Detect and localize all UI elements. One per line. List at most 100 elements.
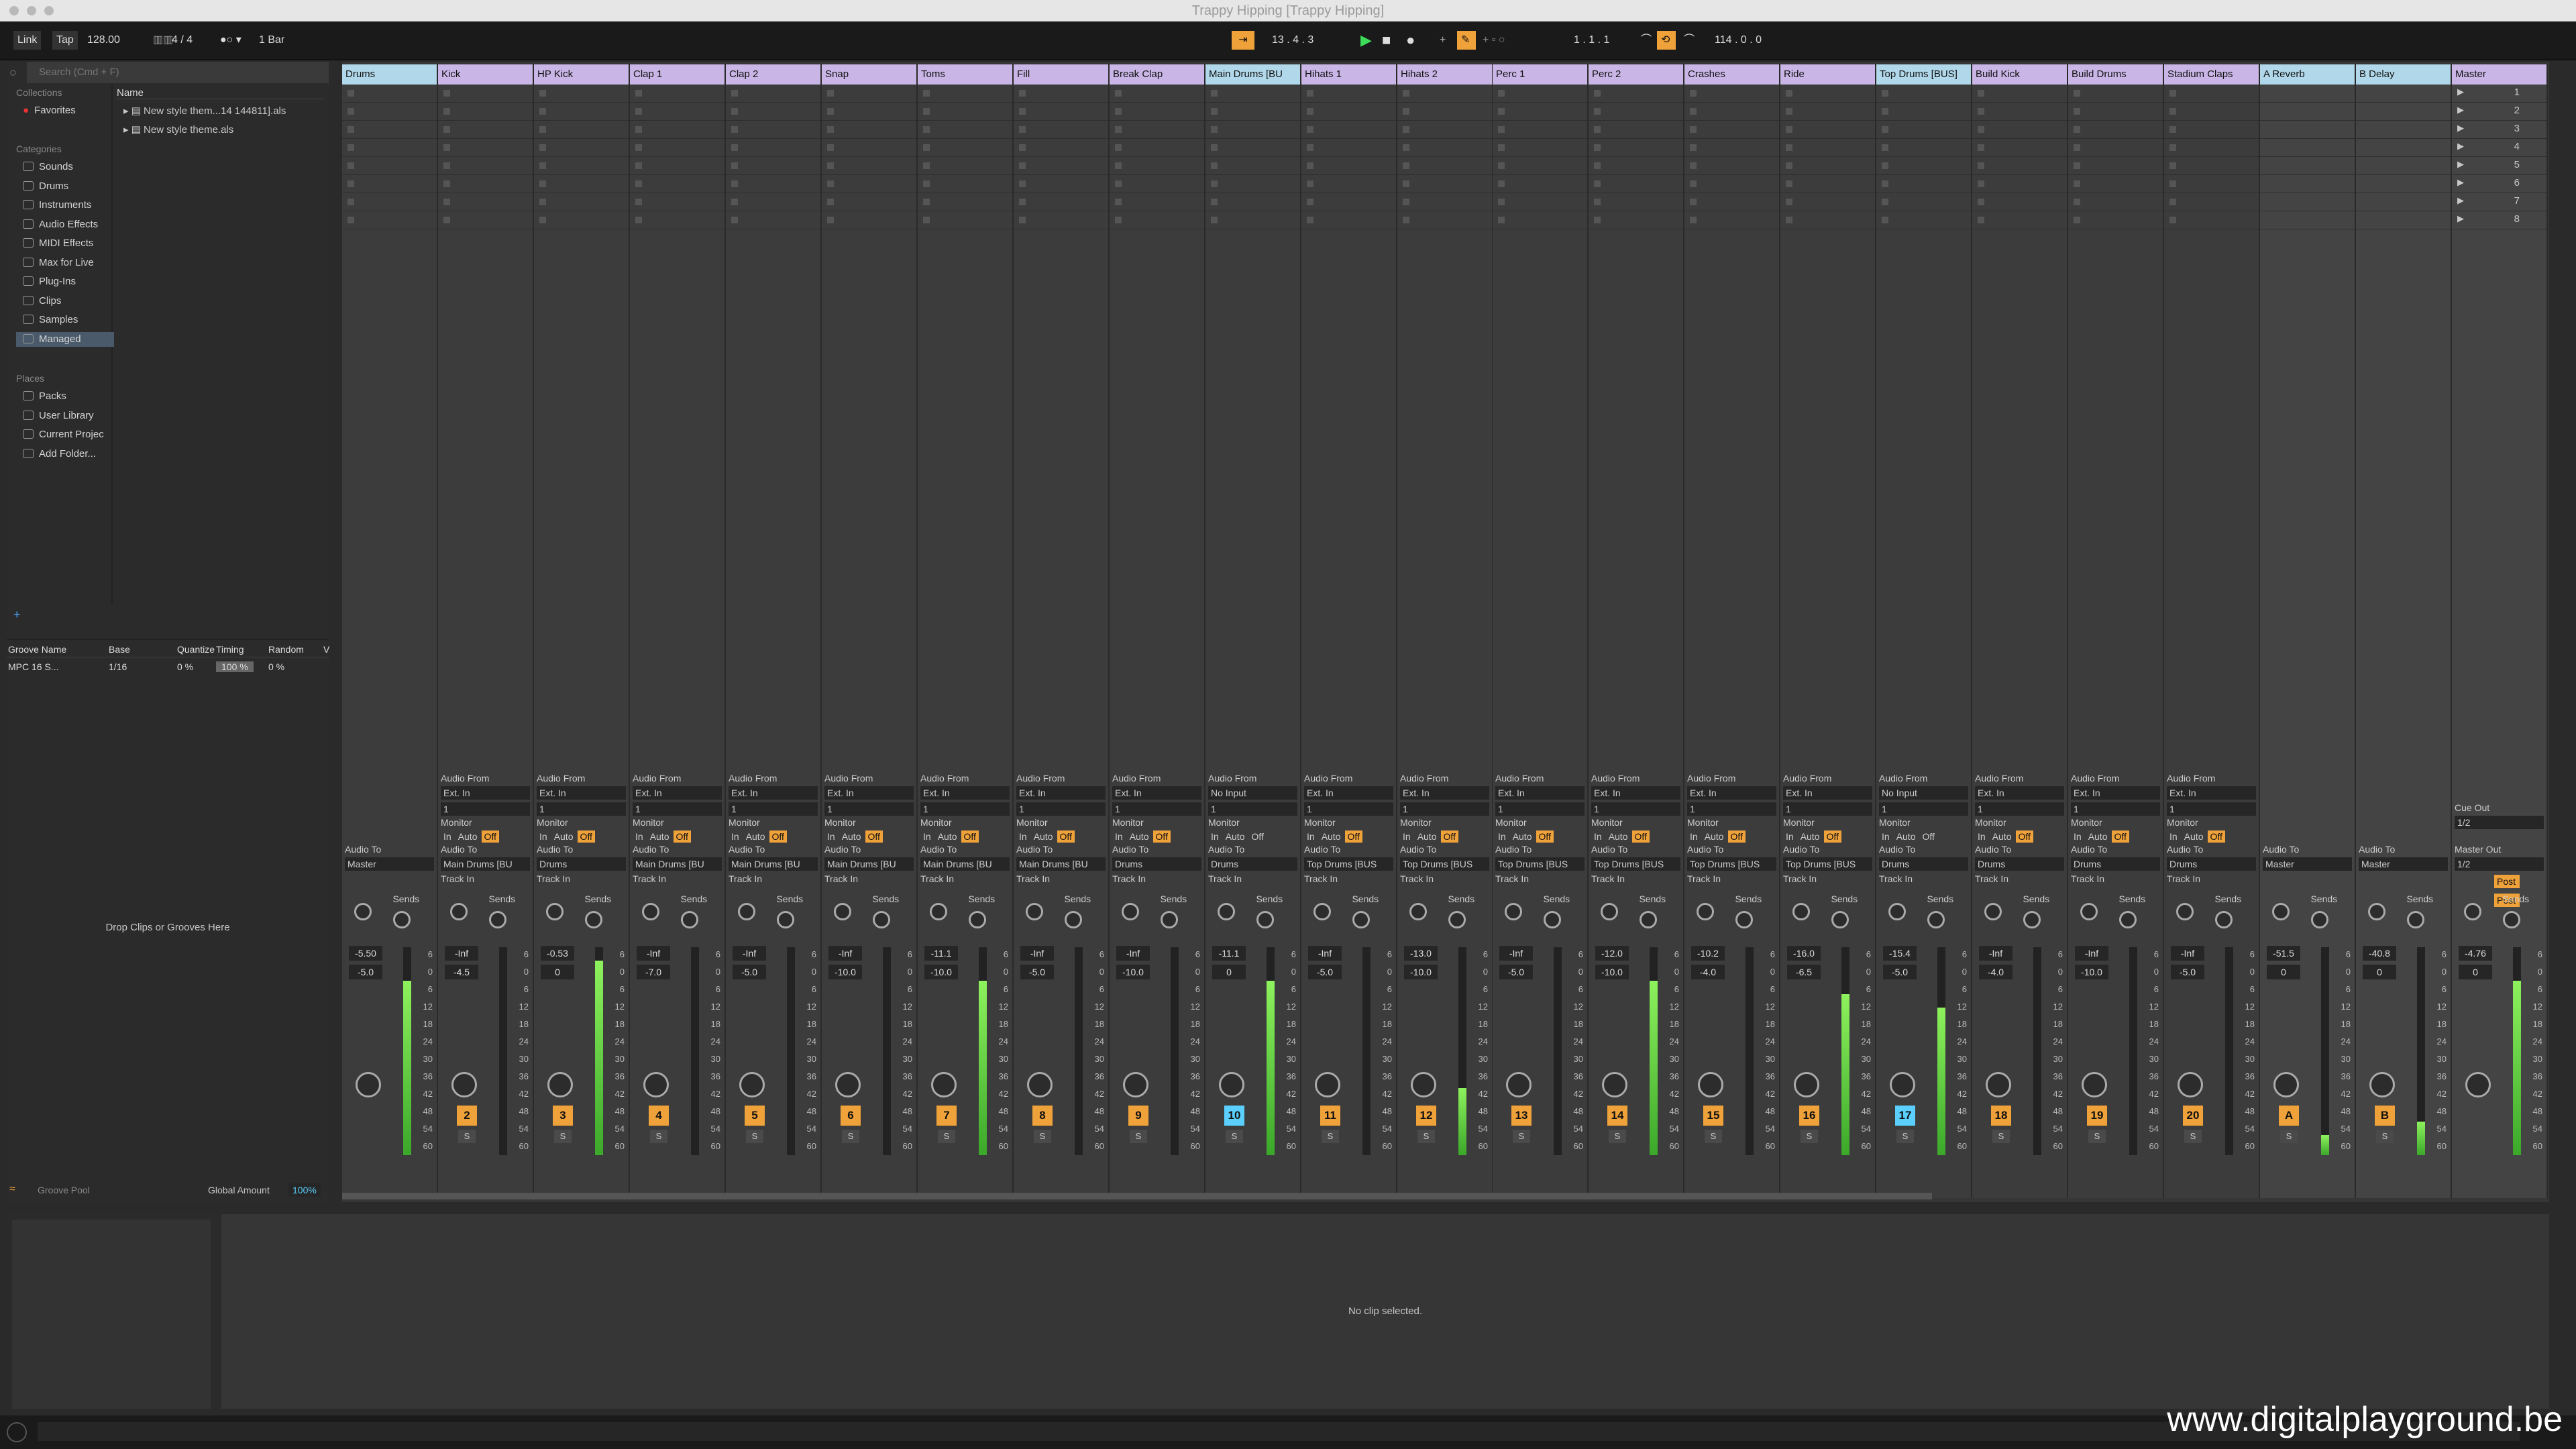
clip-slot[interactable] bbox=[2068, 103, 2163, 121]
monitor-switch[interactable]: In Auto Off bbox=[633, 830, 692, 843]
monitor-switch[interactable]: In Auto Off bbox=[1591, 830, 1651, 843]
pan-knob[interactable] bbox=[1219, 1072, 1244, 1097]
audio-to-select[interactable]: Top Drums [BUS bbox=[1783, 857, 1872, 871]
audio-to-select[interactable]: Drums bbox=[1879, 857, 1968, 871]
clip-slot[interactable] bbox=[438, 85, 533, 103]
send-b-knob[interactable] bbox=[969, 911, 986, 928]
clip-slot[interactable] bbox=[1780, 121, 1875, 139]
clip-slot[interactable] bbox=[1876, 121, 1971, 139]
audio-from-select[interactable]: No Input bbox=[1208, 786, 1297, 800]
clip-slot[interactable] bbox=[726, 85, 820, 103]
send-b-knob[interactable] bbox=[1448, 911, 1466, 928]
pan-knob[interactable] bbox=[2465, 1072, 2491, 1097]
track-title-bar[interactable]: Perc 1 bbox=[1493, 64, 1587, 85]
track-title-bar[interactable]: Stadium Claps bbox=[2164, 64, 2259, 85]
clip-slot[interactable] bbox=[726, 157, 820, 175]
monitor-switch[interactable]: In Auto Off bbox=[537, 830, 596, 843]
clip-slot[interactable] bbox=[438, 157, 533, 175]
clip-slot[interactable] bbox=[1205, 193, 1300, 211]
clip-slot[interactable] bbox=[2260, 193, 2355, 211]
clip-slot[interactable] bbox=[2164, 85, 2259, 103]
audio-from-select[interactable]: Ext. In bbox=[633, 786, 722, 800]
track-activator-button[interactable]: B bbox=[2375, 1106, 2395, 1126]
clip-slot[interactable] bbox=[1876, 85, 1971, 103]
clip-slot[interactable] bbox=[1205, 139, 1300, 157]
solo-button[interactable]: S bbox=[1322, 1130, 1339, 1143]
clip-slot[interactable] bbox=[2164, 139, 2259, 157]
pan-field[interactable]: 0 bbox=[2459, 965, 2492, 979]
scene-launch-icon[interactable]: ▶ bbox=[2457, 195, 2464, 206]
monitor-off[interactable]: Off bbox=[1249, 830, 1267, 843]
clip-slot[interactable] bbox=[1589, 139, 1683, 157]
monitor-in[interactable]: In bbox=[1208, 830, 1222, 843]
scene-label[interactable]: 7 bbox=[2514, 195, 2520, 207]
audio-to-select[interactable]: Top Drums [BUS bbox=[1591, 857, 1680, 871]
punch-in-icon[interactable]: ⌒ bbox=[1637, 31, 1656, 50]
clip-slot[interactable] bbox=[2356, 175, 2451, 193]
clip-slot[interactable] bbox=[1876, 175, 1971, 193]
monitor-in[interactable]: In bbox=[1783, 830, 1796, 843]
pan-knob[interactable] bbox=[2178, 1072, 2203, 1097]
clip-slot[interactable] bbox=[1301, 211, 1396, 229]
monitor-in[interactable]: In bbox=[1112, 830, 1126, 843]
monitor-auto[interactable]: Auto bbox=[1702, 830, 1727, 843]
track-activator-button[interactable]: 8 bbox=[1032, 1106, 1053, 1126]
send-a-knob[interactable] bbox=[1697, 903, 1714, 920]
status-info-icon[interactable] bbox=[7, 1422, 27, 1442]
clip-slot[interactable] bbox=[534, 139, 629, 157]
clip-slot[interactable] bbox=[1589, 121, 1683, 139]
track-title-bar[interactable]: Ride bbox=[1780, 64, 1875, 85]
clip-slot[interactable] bbox=[1780, 139, 1875, 157]
monitor-auto[interactable]: Auto bbox=[743, 830, 768, 843]
clip-slot[interactable] bbox=[630, 211, 724, 229]
pan-knob[interactable] bbox=[1123, 1072, 1148, 1097]
volume-field[interactable]: -Inf bbox=[828, 946, 862, 961]
clip-slot[interactable] bbox=[1780, 85, 1875, 103]
tempo-field[interactable]: 128.00 bbox=[83, 31, 124, 50]
input-channel-select[interactable]: 1 bbox=[1016, 802, 1106, 816]
input-channel-select[interactable]: 1 bbox=[824, 802, 914, 816]
clip-slot[interactable] bbox=[1110, 193, 1204, 211]
clip-slot[interactable] bbox=[1589, 193, 1683, 211]
clip-slot[interactable] bbox=[2068, 157, 2163, 175]
pan-knob[interactable] bbox=[1698, 1072, 1723, 1097]
clip-slot[interactable] bbox=[1014, 175, 1108, 193]
input-channel-select[interactable]: 1 bbox=[1879, 802, 1968, 816]
sidebar-item-favorites[interactable]: ● Favorites bbox=[23, 103, 76, 118]
clip-slot[interactable] bbox=[1205, 157, 1300, 175]
clip-slot[interactable] bbox=[1589, 85, 1683, 103]
scene-label[interactable]: 6 bbox=[2514, 177, 2520, 189]
audio-to-select[interactable]: Top Drums [BUS bbox=[1687, 857, 1776, 871]
clip-slot[interactable] bbox=[2068, 139, 2163, 157]
input-channel-select[interactable]: 1 bbox=[1975, 802, 2064, 816]
track-title-bar[interactable]: HP Kick bbox=[534, 64, 629, 85]
pan-field[interactable]: -7.0 bbox=[637, 965, 670, 979]
clip-slot[interactable] bbox=[1589, 157, 1683, 175]
add-folder-plus-icon[interactable]: + bbox=[13, 608, 21, 622]
scene-label[interactable]: 8 bbox=[2514, 213, 2520, 225]
pan-field[interactable]: 0 bbox=[2363, 965, 2396, 979]
monitor-switch[interactable]: In Auto Off bbox=[2071, 830, 2131, 843]
volume-field[interactable]: -11.1 bbox=[1212, 946, 1246, 961]
track-title-bar[interactable]: Drums bbox=[342, 64, 437, 85]
clip-slot[interactable] bbox=[822, 121, 916, 139]
name-column-header[interactable]: Name bbox=[117, 87, 325, 99]
monitor-in[interactable]: In bbox=[1016, 830, 1030, 843]
clip-slot[interactable] bbox=[1301, 85, 1396, 103]
clip-slot[interactable] bbox=[918, 193, 1012, 211]
loop-start-field[interactable]: 1 . 1 . 1 bbox=[1570, 31, 1613, 50]
clip-slot[interactable] bbox=[2260, 85, 2355, 103]
clip-slot[interactable] bbox=[1684, 211, 1779, 229]
volume-field[interactable]: -51.5 bbox=[2267, 946, 2300, 961]
pan-field[interactable]: -5.0 bbox=[349, 965, 382, 979]
sidebar-item-audio-effects[interactable]: Audio Effects bbox=[23, 217, 98, 232]
clip-slot[interactable]: 8 ▶ bbox=[2452, 211, 2546, 229]
sidebar-item-instruments[interactable]: Instruments bbox=[23, 198, 91, 213]
monitor-auto[interactable]: Auto bbox=[1510, 830, 1535, 843]
input-channel-select[interactable]: 1 bbox=[920, 802, 1010, 816]
clip-slot[interactable] bbox=[2356, 193, 2451, 211]
pan-knob[interactable] bbox=[1027, 1072, 1053, 1097]
clip-slot[interactable] bbox=[2068, 121, 2163, 139]
solo-button[interactable]: S bbox=[2376, 1130, 2394, 1143]
input-channel-select[interactable]: 1 bbox=[1208, 802, 1297, 816]
